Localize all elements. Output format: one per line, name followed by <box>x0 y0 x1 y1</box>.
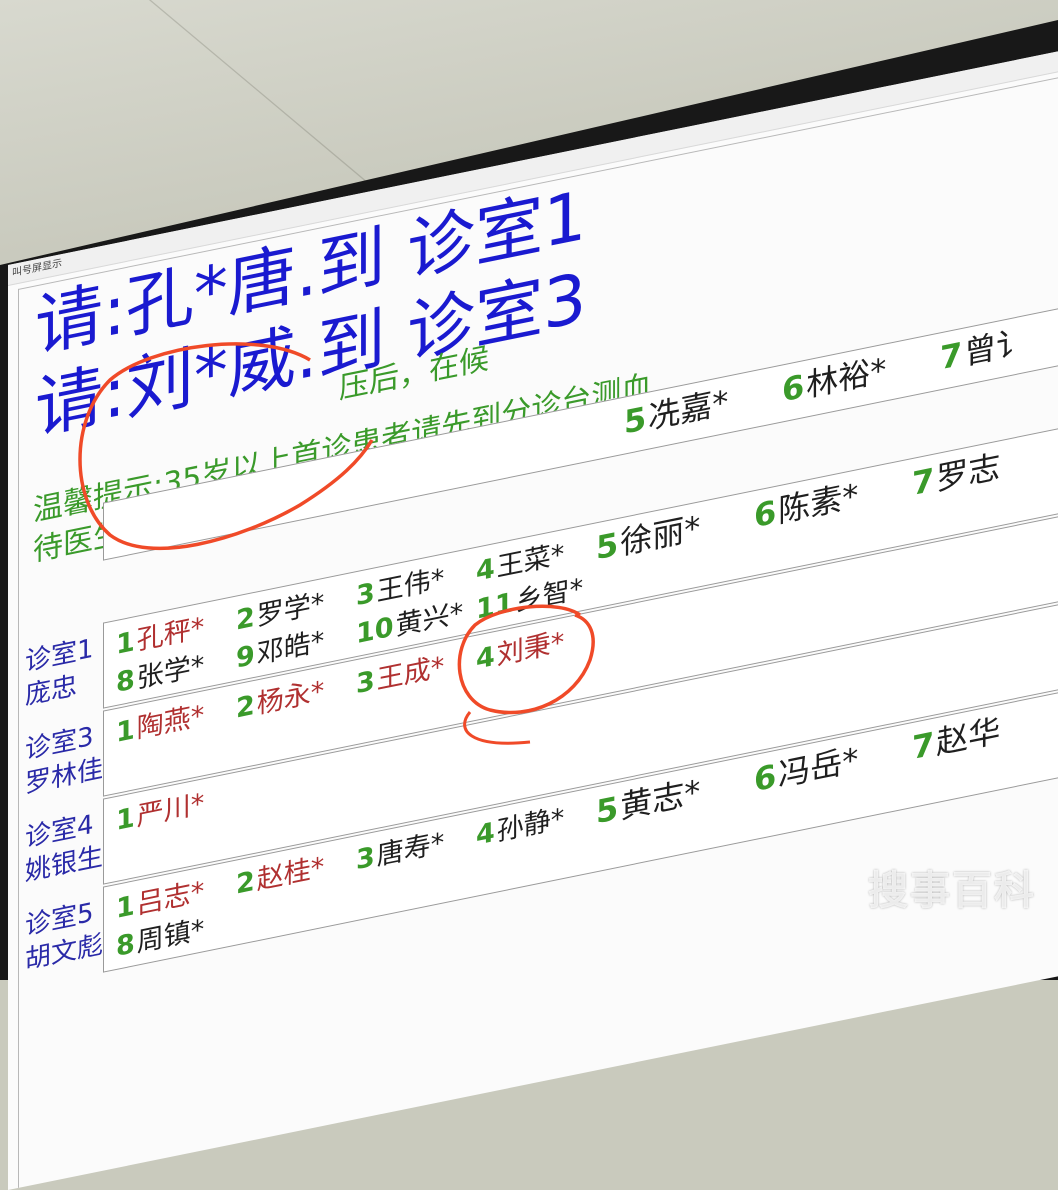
patient-name: 黄志* <box>620 772 701 827</box>
queue-number: 1 <box>116 802 135 838</box>
patient-name: 刘秉* <box>496 626 565 672</box>
queue-number: 2 <box>236 601 255 637</box>
watermark-logo: 搜事百科 <box>868 868 1036 914</box>
queue-number: 6 <box>754 492 777 536</box>
queue-number: 3 <box>356 665 375 701</box>
patient-name: 陶燕* <box>136 700 205 745</box>
patient-entry: 6林裕* <box>782 339 940 409</box>
queue-number: 5 <box>596 524 619 568</box>
patient-entry: 7曾讠 <box>940 307 1058 377</box>
queue-number: 4 <box>476 640 495 676</box>
patient-name: 孙静* <box>496 802 565 848</box>
patient-name: 唐寿* <box>376 827 445 872</box>
queue-number: 3 <box>356 841 375 877</box>
queue-number: 4 <box>476 816 495 852</box>
queue-number: 11 <box>476 587 514 626</box>
patient-name: 赵桂* <box>256 851 325 897</box>
patient-name: 杨永* <box>256 675 325 721</box>
patient-name: 赵华 <box>936 711 1001 763</box>
patient-name: 冯岳* <box>778 740 859 795</box>
queue-number: 5 <box>624 399 647 442</box>
queue-number: 7 <box>912 724 935 768</box>
room-label: 诊室3 罗林佳 <box>25 718 105 802</box>
queue-number: 5 <box>596 788 619 832</box>
queue-number: 2 <box>236 865 255 901</box>
patient-name: 罗志 <box>936 447 1001 499</box>
room-label: 诊室1 庞忠 <box>25 630 105 714</box>
queue-number: 1 <box>116 626 135 662</box>
queue-number: 7 <box>912 460 935 504</box>
queue-number: 8 <box>116 928 135 964</box>
room-label: 诊室5 胡文彪 <box>25 894 105 978</box>
queue-number: 10 <box>356 611 394 651</box>
queue-number: 7 <box>940 334 963 378</box>
patient-name: 陈素* <box>778 476 859 531</box>
patient-name: 曾讠 <box>964 321 1029 373</box>
queue-number: 4 <box>476 552 495 588</box>
room-label: 诊室4 姚银生 <box>25 806 105 890</box>
queue-number: 1 <box>116 890 135 926</box>
queue-number: 6 <box>754 756 777 800</box>
queue-number: 9 <box>236 639 255 675</box>
queue-number: 6 <box>782 366 805 410</box>
patient-list: 5冼嘉* 6林裕* 7曾讠 <box>624 188 1058 442</box>
patient-name: 林裕* <box>806 350 887 405</box>
queue-number: 8 <box>116 664 135 700</box>
patient-name: 冼嘉* <box>648 382 729 437</box>
patient-name: 严川* <box>136 788 205 833</box>
queue-number: 1 <box>116 714 135 750</box>
queue-number: 3 <box>356 577 375 613</box>
patient-name: 王成* <box>376 651 445 696</box>
queue-number: 2 <box>236 689 255 725</box>
patient-name: 徐丽* <box>620 508 701 563</box>
